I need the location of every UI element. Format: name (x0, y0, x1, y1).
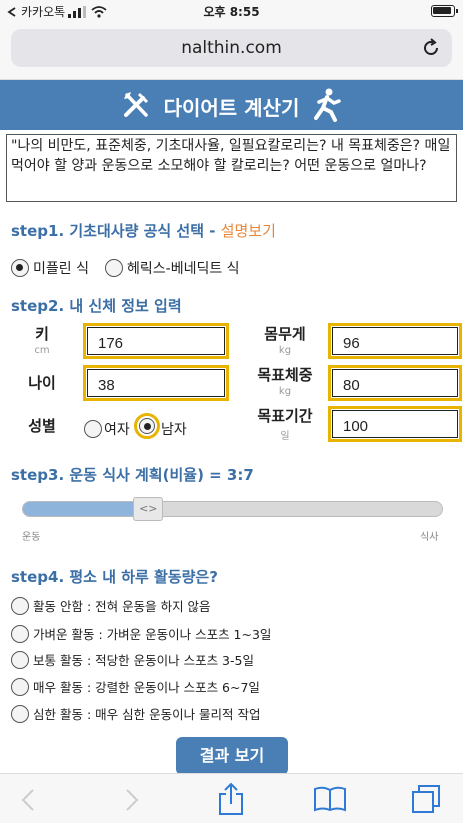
activity-label: 활동 안함 : 전혀 운동을 하지 않음 (33, 599, 211, 614)
gender-radio-male[interactable] (139, 418, 155, 434)
weight-input[interactable]: 96 (328, 323, 462, 359)
page-title: 다이어트 계산기 (163, 96, 300, 120)
slider-max-label: 식사 (420, 532, 439, 543)
target-period-label: 목표기간 (257, 407, 313, 425)
target-weight-input[interactable]: 80 (328, 365, 462, 401)
clock: 오후 8:55 (203, 5, 260, 19)
plan-ratio-slider[interactable] (22, 501, 443, 517)
gender-label-male: 남자 (161, 422, 187, 438)
age-label: 나이 (28, 374, 56, 392)
target-weight-unit: kg (278, 386, 292, 397)
age-input[interactable]: 38 (83, 365, 229, 401)
formula-label-mifflin: 미플린 식 (33, 261, 89, 277)
activity-label: 보통 활동 : 적당한 운동이나 스포츠 3-5일 (33, 653, 254, 668)
result-button[interactable]: 결과 보기 (176, 737, 288, 775)
activity-option[interactable]: 보통 활동 : 적당한 운동이나 스포츠 3-5일 (11, 650, 254, 669)
height-unit: cm (34, 345, 50, 356)
activity-label: 심한 활동 : 매우 심한 운동이나 물리적 작업 (33, 707, 261, 722)
battery-icon (431, 5, 458, 17)
explain-link[interactable]: 설명보기 (221, 222, 276, 240)
target-weight-label: 목표체중 (257, 366, 313, 384)
formula-radio-harris[interactable] (105, 259, 123, 277)
weight-label: 몸무게 (264, 325, 306, 343)
intro-text: "나의 비만도, 표준체중, 기초대사율, 일필요칼로리는? 내 목표체중은? … (6, 134, 457, 202)
browser-address-area: nalthin.com (0, 22, 463, 80)
activity-option[interactable]: 심한 활동 : 매우 심한 운동이나 물리적 작업 (11, 704, 261, 723)
gender-radio-male-highlight[interactable] (134, 413, 160, 439)
formula-option-mifflin[interactable]: 미플린 식 (11, 258, 89, 278)
forward-icon[interactable] (124, 788, 140, 812)
target-period-unit: 일 (280, 431, 290, 442)
gender-label: 성별 (28, 417, 56, 435)
activity-radio[interactable] (11, 704, 29, 723)
running-person-icon (314, 88, 341, 122)
share-icon[interactable] (217, 782, 245, 816)
target-period-input[interactable]: 100 (328, 406, 462, 442)
tabs-icon[interactable] (411, 784, 441, 814)
url-text: nalthin.com (181, 38, 282, 58)
activity-label: 매우 활동 : 강렬한 운동이나 스포츠 6~7일 (33, 680, 260, 695)
slider-fill (23, 502, 150, 516)
gender-option-male[interactable]: 남자 (134, 413, 187, 439)
slider-thumb[interactable]: <> (133, 497, 164, 521)
activity-label: 가벼운 활동 : 가벼운 운동이나 스포츠 1~3일 (33, 627, 272, 642)
formula-option-harris[interactable]: 헤릭스-베네딕트 식 (105, 258, 240, 278)
reload-icon[interactable] (420, 37, 442, 59)
step1-title-text: step1. 기초대사량 공식 선택 - (11, 222, 221, 240)
step1-title: step1. 기초대사량 공식 선택 - 설명보기 (11, 220, 276, 241)
formula-radio-mifflin[interactable] (11, 259, 29, 277)
activity-radio[interactable] (11, 596, 29, 615)
gender-label-female: 여자 (104, 422, 130, 438)
step3-title: step3. 운동 식사 계획(비율) = 3:7 (11, 466, 254, 484)
back-icon[interactable] (20, 788, 36, 812)
browser-toolbar (0, 773, 463, 823)
gender-radio-female[interactable] (84, 420, 102, 438)
page-header: 다이어트 계산기 (0, 80, 463, 130)
formula-label-harris: 헤릭스-베네딕트 식 (127, 261, 240, 277)
activity-option[interactable]: 활동 안함 : 전혀 운동을 하지 않음 (11, 596, 211, 615)
activity-option[interactable]: 매우 활동 : 강렬한 운동이나 스포츠 6~7일 (11, 677, 260, 696)
activity-radio[interactable] (11, 677, 29, 696)
height-label: 키 (35, 325, 49, 343)
status-bar: 카카오톡 오후 8:55 (0, 0, 463, 22)
bookmarks-icon[interactable] (313, 786, 347, 812)
activity-radio[interactable] (11, 624, 29, 643)
step4-title: step4. 평소 내 하루 활동량은? (11, 568, 218, 586)
height-input[interactable]: 176 (83, 323, 229, 359)
gender-option-female[interactable]: 여자 (84, 419, 130, 439)
step2-title: step2. 내 신체 정보 입력 (11, 297, 182, 315)
activity-radio[interactable] (11, 650, 29, 669)
weight-unit: kg (278, 345, 292, 356)
slider-min-label: 운동 (22, 532, 41, 543)
activity-option[interactable]: 가벼운 활동 : 가벼운 운동이나 스포츠 1~3일 (11, 624, 271, 643)
address-bar[interactable]: nalthin.com (11, 29, 452, 67)
